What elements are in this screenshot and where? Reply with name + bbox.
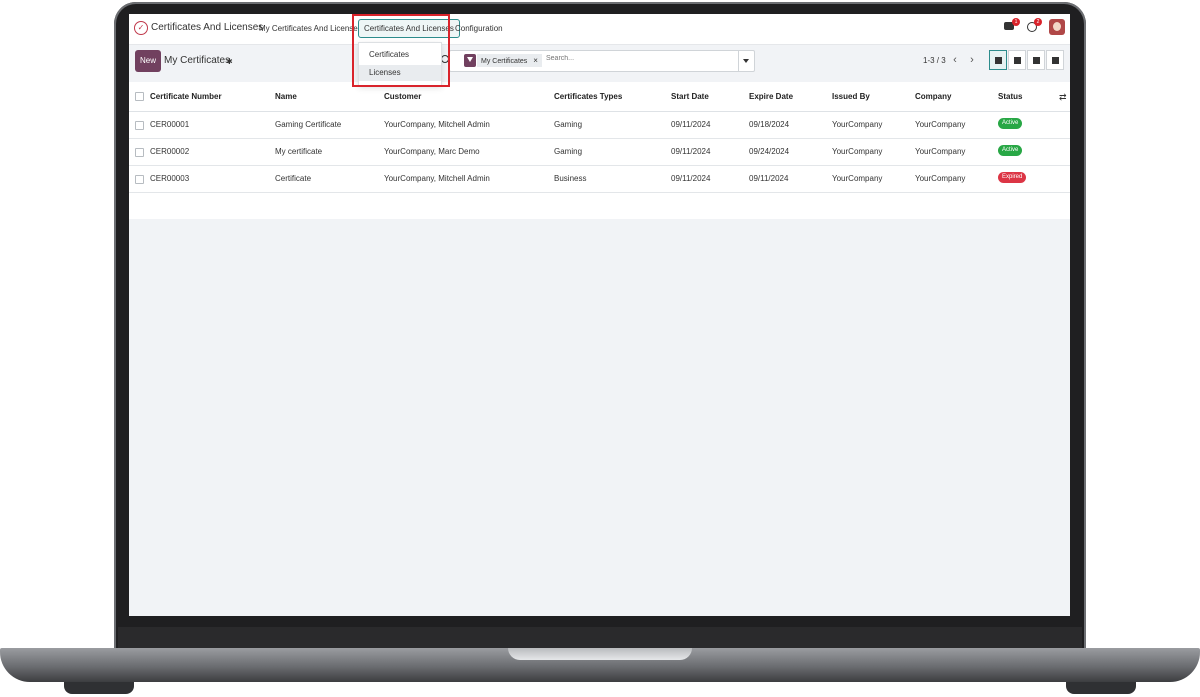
laptop-chin [118,627,1082,649]
cell-company: YourCompany [915,120,966,129]
activity-badge: 2 [1034,18,1042,26]
list-view-icon[interactable] [989,50,1007,70]
pager-previous-icon[interactable]: ‹ [948,51,962,69]
header-certificate-number[interactable]: Certificate Number [150,92,222,101]
table-header: Certificate Number Name Customer Certifi… [129,82,1070,112]
calendar-view-icon[interactable] [1027,50,1045,70]
cell-company: YourCompany [915,147,966,156]
header-company[interactable]: Company [915,92,951,101]
table-row[interactable]: CER00001 Gaming Certificate YourCompany,… [129,111,1070,139]
search-bar[interactable]: My Certificates × [441,50,755,72]
screen: ✓ Certificates And Licenses My Certifica… [129,14,1070,616]
row-checkbox[interactable] [135,175,144,184]
cell-name: Certificate [275,174,312,183]
close-icon[interactable]: × [533,56,538,65]
status-badge: Expired [998,172,1027,183]
row-checkbox[interactable] [135,148,144,157]
header-name[interactable]: Name [275,92,297,101]
facet-label: My Certificates [481,58,528,65]
menu-configuration[interactable]: Configuration [455,24,503,33]
header-start-date[interactable]: Start Date [671,92,709,101]
menu-certificates-and-licenses[interactable]: Certificates And Licenses [358,19,460,38]
records-table: Certificate Number Name Customer Certifi… [129,82,1070,219]
chevron-down-icon[interactable] [738,51,754,71]
cell-certificate-number: CER00002 [150,147,190,156]
laptop-foot-right [1066,682,1136,694]
user-avatar[interactable] [1049,19,1065,35]
header-issued-by[interactable]: Issued By [832,92,870,101]
laptop-notch [508,648,692,660]
page-title: My Certificates [164,55,231,66]
cell-customer: YourCompany, Mitchell Admin [384,174,490,183]
status-badge: Active [998,118,1023,129]
status-badge: Active [998,145,1023,156]
cell-start-date: 09/11/2024 [671,174,711,183]
search-input[interactable] [546,55,726,62]
certificates-licenses-dropdown: Certificates Licenses [358,42,442,86]
cell-issued-by: YourCompany [832,120,883,129]
gear-icon[interactable]: ✱ [226,57,233,66]
select-all-checkbox[interactable] [135,92,144,101]
cell-type: Business [554,174,587,183]
search-icon[interactable] [441,55,449,63]
header-certificate-types[interactable]: Certificates Types [554,92,622,101]
top-navbar: ✓ Certificates And Licenses My Certifica… [129,14,1070,45]
cell-expire-date: 09/18/2024 [749,120,790,129]
cell-customer: YourCompany, Mitchell Admin [384,120,490,129]
cell-start-date: 09/11/2024 [671,120,711,129]
table-row[interactable]: CER00002 My certificate YourCompany, Mar… [129,138,1070,166]
cell-type: Gaming [554,147,583,156]
new-button[interactable]: New [135,50,161,72]
cell-company: YourCompany [915,174,966,183]
cell-type: Gaming [554,120,583,129]
cell-issued-by: YourCompany [832,174,883,183]
pager-next-icon[interactable]: › [965,51,979,69]
cell-name: Gaming Certificate [275,120,342,129]
column-settings-icon[interactable]: ⇄ [1059,92,1067,103]
cell-issued-by: YourCompany [832,147,883,156]
cell-name: My certificate [275,147,323,156]
filter-icon [464,54,476,67]
cell-certificate-number: CER00003 [150,174,190,183]
graph-view-icon[interactable] [1046,50,1064,70]
laptop-foot-left [64,682,134,694]
header-customer[interactable]: Customer [384,92,421,101]
search-facet[interactable]: My Certificates × [477,54,542,67]
dropdown-item-certificates[interactable]: Certificates [359,47,441,63]
header-expire-date[interactable]: Expire Date [749,92,793,101]
menu-my-certificates[interactable]: My Certificates And Licenses [259,24,362,33]
cell-customer: YourCompany, Marc Demo [384,147,480,156]
pager-value[interactable]: 1-3 / 3 [923,56,946,65]
cell-start-date: 09/11/2024 [671,147,711,156]
app-name[interactable]: Certificates And Licenses [151,22,263,33]
dropdown-item-licenses[interactable]: Licenses [359,65,441,81]
row-checkbox[interactable] [135,121,144,130]
app-logo-icon[interactable]: ✓ [134,21,148,35]
table-row[interactable]: CER00003 Certificate YourCompany, Mitche… [129,165,1070,193]
cell-expire-date: 09/24/2024 [749,147,790,156]
header-status[interactable]: Status [998,92,1022,101]
cell-certificate-number: CER00001 [150,120,190,129]
kanban-view-icon[interactable] [1008,50,1026,70]
chat-badge: 1 [1012,18,1020,26]
cell-expire-date: 09/11/2024 [749,174,789,183]
